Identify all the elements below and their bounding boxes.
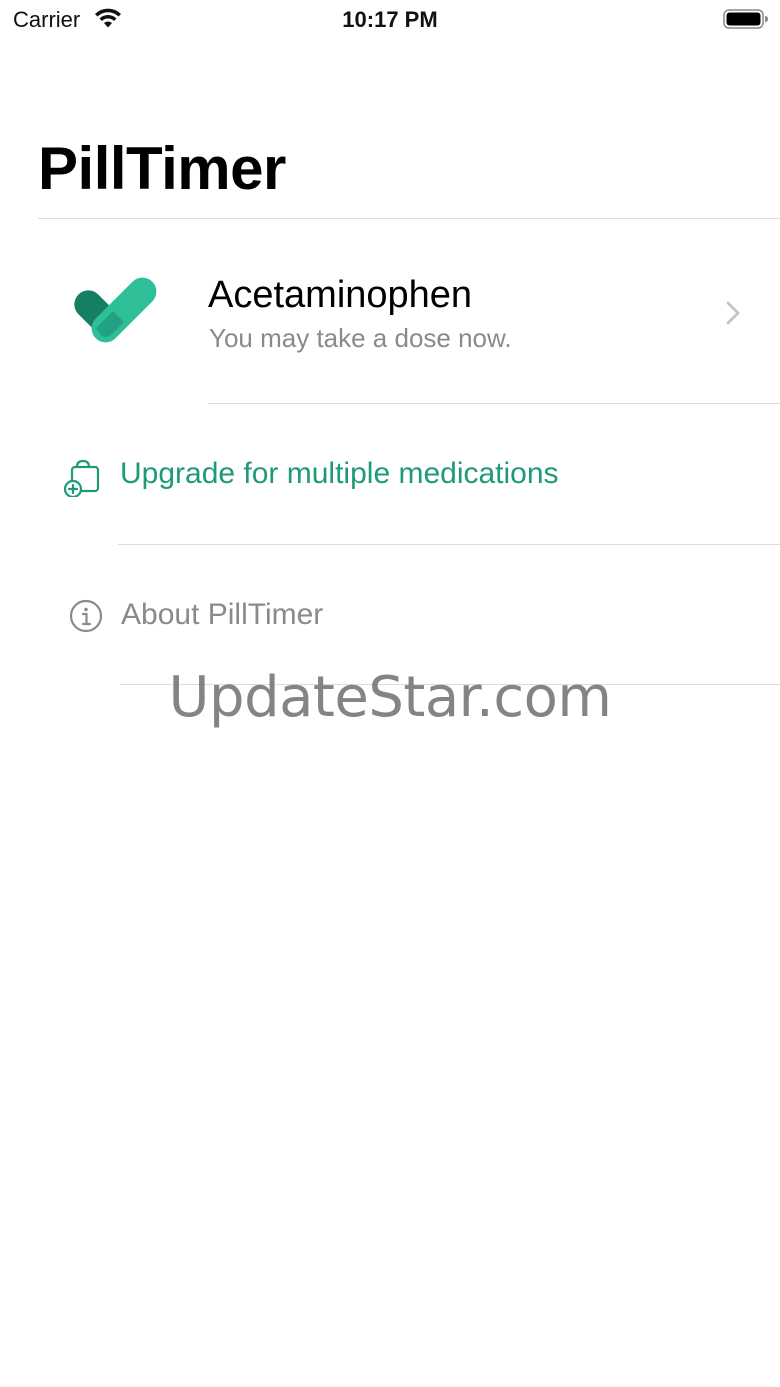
pill-check-icon [74,277,157,343]
page-title: PillTimer [38,135,286,202]
medication-divider [208,403,780,404]
battery-icon [723,9,768,29]
info-icon [69,599,103,633]
medication-row-acetaminophen[interactable]: Acetaminophen You may take a dose now. [0,220,780,403]
about-button[interactable]: About PillTimer [0,546,780,684]
upgrade-button[interactable]: Upgrade for multiple medications [0,405,780,544]
medication-name: Acetaminophen [208,274,473,316]
upgrade-label: Upgrade for multiple medications [120,457,559,490]
clock: 10:17 PM [342,7,438,32]
status-bar: Carrier 10:17 PM [0,0,780,40]
medication-status: You may take a dose now. [209,323,512,353]
about-divider [120,684,780,685]
chevron-right-icon [726,301,740,325]
upgrade-divider [118,544,780,545]
about-label: About PillTimer [121,598,324,631]
app-screen: Carrier 10:17 PM PillTimer Acetaminophen… [0,0,780,1387]
title-divider [38,218,780,219]
shopping-bag-plus-icon [64,459,100,497]
